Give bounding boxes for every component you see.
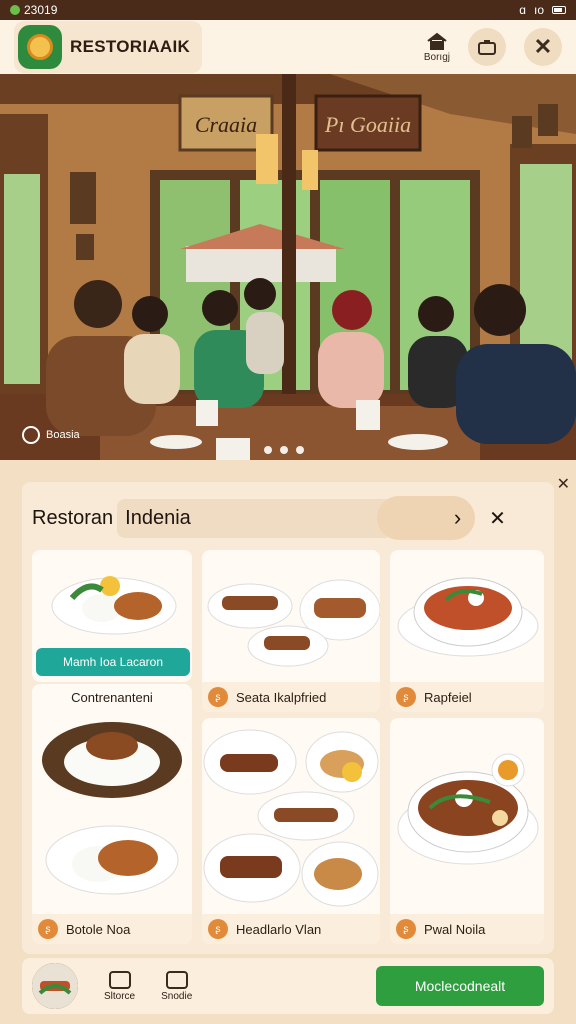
dish-label: ʂ Headlarlo Vlan: [202, 914, 380, 944]
dish-bullet-icon: ʂ: [396, 919, 416, 939]
carousel-dot[interactable]: [296, 446, 304, 454]
store-icon: [108, 970, 131, 989]
carousel-dot[interactable]: [280, 446, 288, 454]
dish-name: Seata Ikalpfried: [236, 689, 327, 705]
nav-store[interactable]: Sltorce: [104, 970, 136, 1002]
dish-name: Pwal Noila: [424, 921, 486, 937]
close-icon: ✕: [533, 34, 553, 59]
dish-card[interactable]: ʂ Botole Noa: [32, 684, 192, 944]
nav-store-label: Sltorce: [104, 990, 136, 1002]
sign-right-text: Pı Goaiia: [324, 112, 411, 137]
sign-left-text: Craaia: [195, 112, 257, 137]
dish-card[interactable]: ʂ Seata Ikalpfried: [202, 550, 380, 712]
food-thumbnail[interactable]: [32, 963, 78, 1009]
status-time: 23019: [24, 3, 58, 17]
panel-title-highlight: Indenia: [117, 498, 388, 538]
panel-title: Restoran: [32, 506, 114, 529]
primary-cta-button[interactable]: Moclecodnealt: [376, 966, 544, 1006]
dish-card[interactable]: ʂ Pwal Noila: [390, 718, 544, 944]
dish-label: ʂ Pwal Noila: [390, 914, 544, 944]
dish-image: [397, 577, 539, 657]
close-button[interactable]: ✕: [524, 28, 562, 66]
camera-button[interactable]: [468, 28, 506, 66]
battery-icon: [552, 6, 566, 14]
chevron-right-icon: ›: [453, 505, 462, 530]
sheet-close-icon[interactable]: ✕: [557, 474, 570, 494]
bottom-bar: Sltorce Snodie Moclecodnealt: [22, 958, 554, 1014]
dish-bullet-icon: ʂ: [208, 919, 228, 939]
app-header: RESTORIAAIK Borıgj ✕: [0, 20, 576, 74]
bookmark-icon: [165, 970, 188, 989]
dish-name: Botole Noa: [66, 921, 131, 937]
dish-image: [397, 753, 539, 865]
nav-snodie[interactable]: Snodie: [161, 970, 193, 1002]
sun-flower-icon: [18, 25, 62, 69]
dish-bullet-icon: ʂ: [396, 687, 416, 707]
dish-image: [207, 579, 380, 667]
status-signal-text: ıo: [533, 3, 544, 17]
status-bar: 23019 ɑ ıo: [0, 0, 576, 20]
dish-bullet-icon: ʂ: [38, 919, 58, 939]
hero-illustration[interactable]: Craaia Pı Goaiia: [0, 74, 576, 460]
dish-bullet-icon: ʂ: [208, 687, 228, 707]
status-glyph: ɑ: [519, 3, 526, 17]
dish-label: ʂ Rapfeiel: [390, 682, 544, 712]
dish-label: ʂ Botole Noa: [32, 914, 192, 944]
app-title: RESTORIAAIK: [70, 37, 191, 56]
nav-snodie-label: Snodie: [161, 990, 193, 1002]
panel-next-button[interactable]: ›: [377, 496, 476, 540]
dish-name: Headlarlo Vlan: [236, 921, 322, 937]
dish-name: Rapfeiel: [424, 689, 472, 705]
dish-label: ʂ Seata Ikalpfried: [202, 682, 380, 712]
camera-icon: [478, 40, 496, 55]
panel-header: Restoran Indenia › ✕: [32, 496, 544, 540]
dish-image: [203, 729, 379, 907]
copyright-icon: [22, 426, 40, 444]
dish-card[interactable]: ʂ Headlarlo Vlan: [202, 718, 380, 944]
home-icon: [427, 32, 447, 50]
dish-card[interactable]: ʂ Rapfeiel: [390, 550, 544, 712]
hero-caption-text: Boasia: [46, 429, 80, 441]
carousel-dot[interactable]: [264, 446, 272, 454]
panel-close-button[interactable]: ✕: [489, 506, 506, 531]
home-button[interactable]: Borıgj: [424, 32, 450, 63]
dish-image: [51, 576, 177, 635]
status-app-icon: [10, 5, 20, 15]
restaurant-scene-image: Craaia Pı Goaiia: [0, 74, 576, 460]
brand[interactable]: RESTORIAAIK: [14, 21, 203, 73]
home-label: Borıgj: [423, 51, 450, 63]
hero-caption: Boasia: [22, 426, 80, 444]
section-label: Contrenanteni: [71, 690, 153, 705]
carousel-dots[interactable]: [264, 446, 304, 454]
dish-image: [42, 722, 182, 895]
dish-action-button[interactable]: Mamh Ioa Lacaron: [36, 648, 190, 676]
food-thumbnail-image: [32, 963, 78, 1009]
